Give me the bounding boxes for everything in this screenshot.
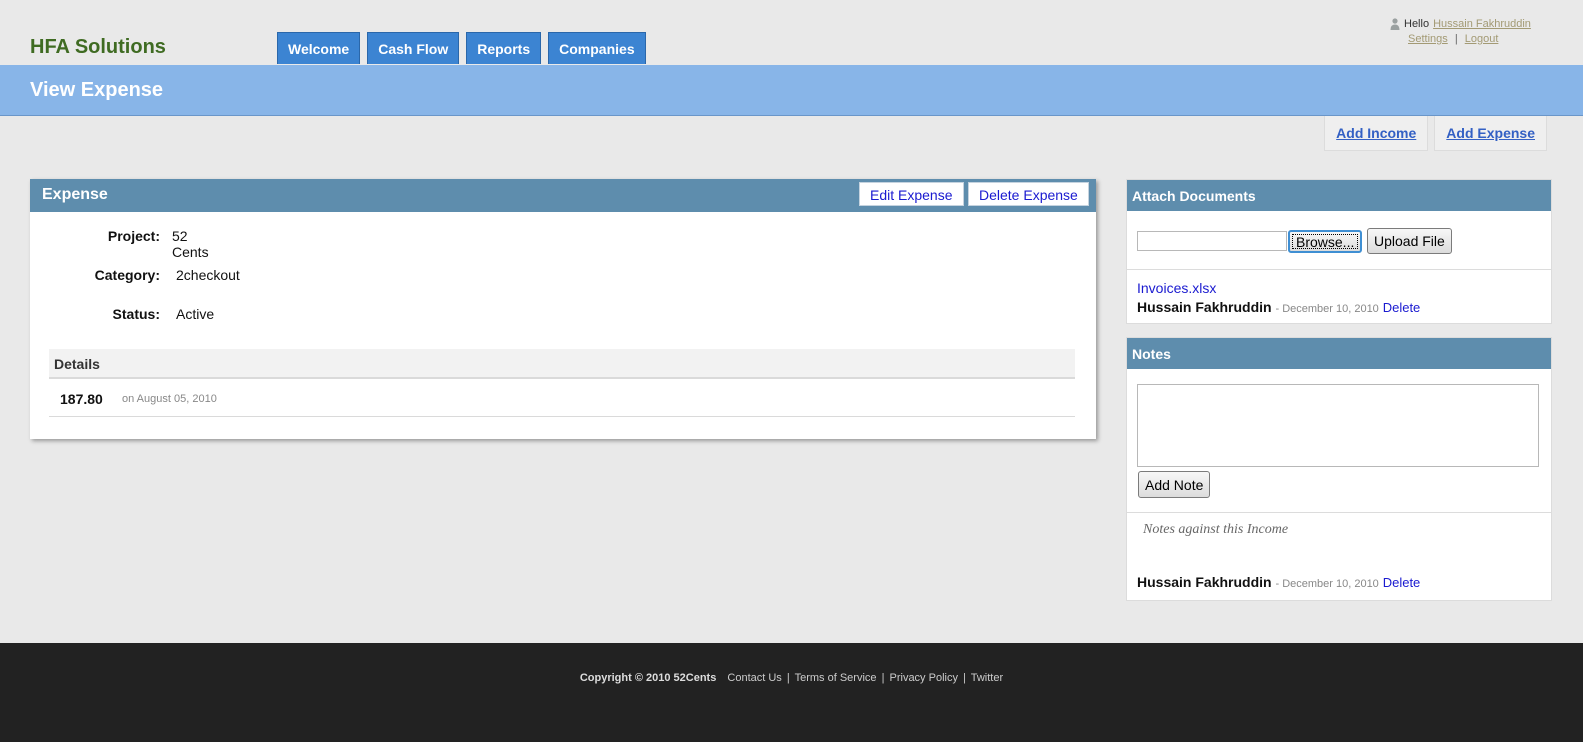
divider [1127, 269, 1551, 270]
attach-documents-panel: Attach Documents Browse... Upload File I… [1126, 179, 1552, 324]
attach-documents-heading: Attach Documents [1132, 188, 1256, 204]
delete-document-link[interactable]: Delete [1383, 300, 1421, 315]
details-header: Details [49, 349, 1075, 379]
settings-link[interactable]: Settings [1408, 33, 1448, 45]
user-menu: Hello Hussain Fakhruddin Settings | Logo… [1390, 18, 1531, 45]
copyright-text: Copyright © 2010 52Cents [579, 672, 717, 684]
document-meta: Hussain Fakhruddin - December 10, 2010 D… [1137, 299, 1420, 315]
logout-link[interactable]: Logout [1465, 33, 1499, 45]
expense-date: on August 05, 2010 [122, 393, 217, 405]
add-income-link[interactable]: Add Income [1324, 116, 1429, 151]
details-heading: Details [54, 356, 100, 372]
document-uploader: Hussain Fakhruddin [1137, 299, 1272, 315]
delete-expense-button[interactable]: Delete Expense [968, 182, 1089, 206]
document-link[interactable]: Invoices.xlsx [1137, 280, 1216, 296]
note-date: - December 10, 2010 [1275, 578, 1379, 590]
expense-panel-header: Expense Edit Expense Delete Expense [30, 179, 1096, 212]
status-value: Active [176, 306, 215, 322]
details-row: 187.80 on August 05, 2010 [49, 379, 1075, 417]
delete-note-link[interactable]: Delete [1383, 575, 1421, 590]
category-value: 2checkout [176, 267, 240, 283]
separator: | [1454, 33, 1458, 45]
note-textarea[interactable] [1137, 384, 1539, 467]
add-note-button[interactable]: Add Note [1138, 471, 1211, 498]
browse-button[interactable]: Browse... [1288, 230, 1363, 253]
user-name-link[interactable]: Hussain Fakhruddin [1433, 18, 1531, 30]
notes-caption: Notes against this Income [1143, 522, 1289, 537]
footer-separator: | [963, 672, 966, 684]
tab-cash-flow[interactable]: Cash Flow [367, 32, 460, 64]
tab-welcome[interactable]: Welcome [277, 32, 361, 64]
notes-header: Notes [1127, 338, 1551, 369]
tab-reports[interactable]: Reports [466, 32, 542, 64]
main-nav: Welcome Cash Flow Reports Companies [277, 32, 646, 64]
footer-separator: | [881, 672, 885, 684]
edit-expense-button[interactable]: Edit Expense [859, 182, 964, 206]
quick-links: Add Income Add Expense [1324, 116, 1547, 151]
note-author: Hussain Fakhruddin [1137, 574, 1272, 590]
footer-separator: | [786, 672, 790, 684]
add-expense-link[interactable]: Add Expense [1434, 116, 1547, 151]
file-path-input[interactable] [1137, 231, 1287, 251]
user-icon [1390, 18, 1400, 30]
expense-amount: 187.80 [60, 391, 103, 407]
footer-text: Copyright © 2010 52Cents Contact Us | Te… [0, 672, 1583, 684]
terms-link[interactable]: Terms of Service [795, 672, 877, 684]
note-item: Hussain Fakhruddin - December 10, 2010 D… [1137, 574, 1420, 590]
twitter-link[interactable]: Twitter [971, 672, 1003, 684]
attach-documents-header: Attach Documents [1127, 180, 1551, 211]
document-date: - December 10, 2010 [1275, 303, 1379, 315]
project-label: Project: [107, 228, 160, 244]
notes-panel: Notes Add Note Notes against this Income… [1126, 337, 1552, 601]
expense-heading: Expense [42, 186, 108, 203]
upload-file-button[interactable]: Upload File [1367, 228, 1452, 254]
contact-us-link[interactable]: Contact Us [727, 672, 781, 684]
tab-companies[interactable]: Companies [548, 32, 646, 64]
project-value: 52 Cents [172, 228, 209, 260]
page-title: View Expense [30, 79, 164, 101]
footer: Copyright © 2010 52Cents Contact Us | Te… [0, 643, 1583, 742]
privacy-link[interactable]: Privacy Policy [890, 672, 958, 684]
greeting-text: Hello [1404, 18, 1430, 30]
divider [1127, 512, 1551, 513]
brand-logo[interactable]: HFA Solutions [30, 36, 166, 59]
status-label: Status: [112, 306, 160, 322]
notes-heading: Notes [1132, 346, 1171, 362]
page-title-band: View Expense [0, 65, 1583, 116]
category-label: Category: [94, 267, 160, 283]
expense-panel: Expense Edit Expense Delete Expense Proj… [30, 179, 1096, 439]
